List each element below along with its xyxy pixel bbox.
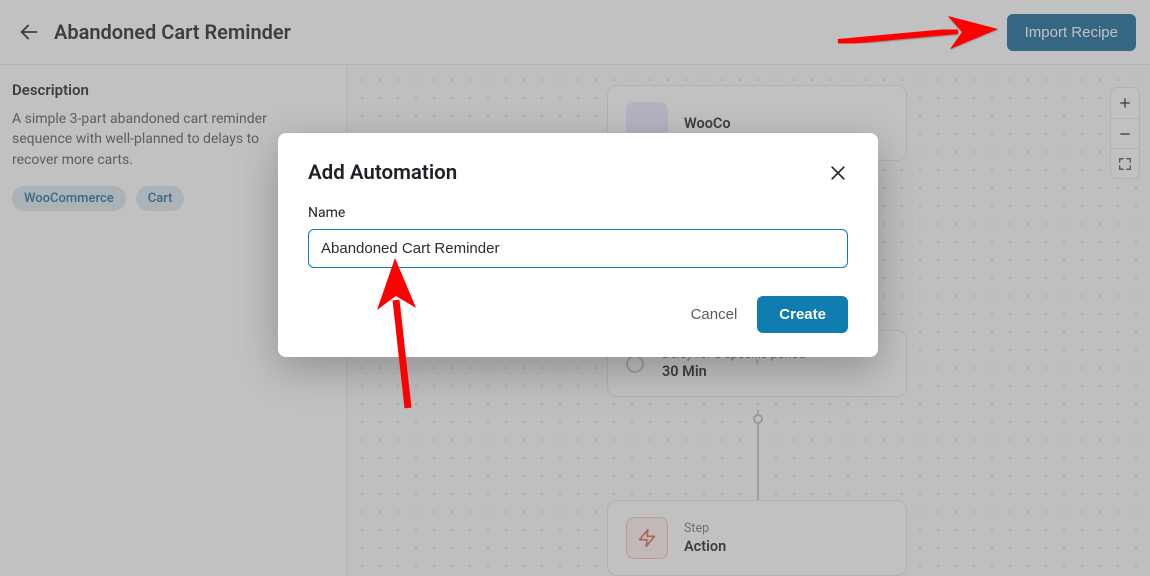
modal-title: Add Automation xyxy=(308,161,457,185)
add-automation-modal: Add Automation Name Cancel Create xyxy=(278,133,878,357)
screen-root: Abandoned Cart Reminder Import Recipe De… xyxy=(0,0,1150,576)
close-icon[interactable] xyxy=(828,163,848,183)
name-field-label: Name xyxy=(308,205,848,221)
modal-actions: Cancel Create xyxy=(308,296,848,333)
automation-name-input[interactable] xyxy=(308,229,848,268)
modal-header: Add Automation xyxy=(308,161,848,185)
cancel-button[interactable]: Cancel xyxy=(691,306,738,323)
create-button[interactable]: Create xyxy=(757,296,848,333)
